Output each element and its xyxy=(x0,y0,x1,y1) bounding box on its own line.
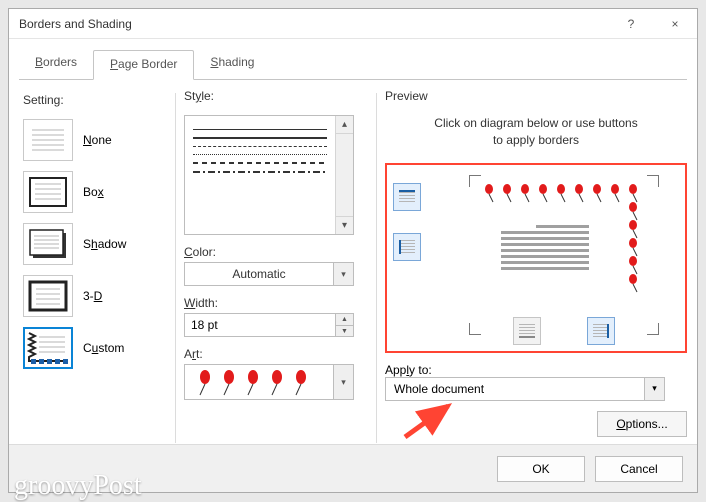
tab-strip: Borders Page Border Shading xyxy=(9,39,697,79)
art-label: Art: xyxy=(184,347,368,361)
color-label: Color: xyxy=(184,245,368,259)
art-preview xyxy=(185,368,333,396)
width-label: Width: xyxy=(184,296,368,310)
titlebar: Borders and Shading ? × xyxy=(9,9,697,39)
width-value: 18 pt xyxy=(184,313,336,337)
chevron-down-icon: ▾ xyxy=(644,378,664,400)
divider-2 xyxy=(376,93,377,443)
cancel-button[interactable]: Cancel xyxy=(595,456,683,482)
scroll-up-icon[interactable]: ▴ xyxy=(336,116,353,134)
setting-custom-label: Custom xyxy=(83,341,124,355)
spinner-down-icon[interactable]: ▼ xyxy=(336,325,354,337)
apply-to-value: Whole document xyxy=(386,382,644,396)
document-text-lines xyxy=(501,225,589,273)
apply-to-dropdown[interactable]: Whole document ▾ xyxy=(385,377,665,401)
setting-box[interactable]: Box xyxy=(23,171,167,213)
preview-diagram xyxy=(385,163,687,353)
tab-page-border[interactable]: Page Border xyxy=(93,50,194,80)
chevron-down-icon: ▾ xyxy=(333,365,353,399)
preview-label: Preview xyxy=(385,89,687,103)
setting-custom-thumb xyxy=(23,327,73,369)
border-left-toggle[interactable] xyxy=(393,233,421,261)
color-value: Automatic xyxy=(185,267,333,281)
style-label: Style: xyxy=(184,89,368,103)
scroll-down-icon[interactable]: ▾ xyxy=(336,216,353,234)
setting-box-thumb xyxy=(23,171,73,213)
setting-3d-thumb xyxy=(23,275,73,317)
ok-button[interactable]: OK xyxy=(497,456,585,482)
options-button[interactable]: Options... xyxy=(597,411,687,437)
style-scrollbar[interactable]: ▴ ▾ xyxy=(335,116,353,234)
balloon-art-icon xyxy=(197,368,327,396)
apply-to-row: Apply to: Whole document ▾ Options... xyxy=(385,363,687,401)
dialog-content: Setting: None Box Shadow xyxy=(9,79,697,457)
close-button[interactable]: × xyxy=(653,9,697,39)
divider-1 xyxy=(175,93,176,443)
style-list[interactable]: ▴ ▾ xyxy=(184,115,354,235)
setting-3d[interactable]: 3-D xyxy=(23,275,167,317)
preview-column: Preview Click on diagram below or use bu… xyxy=(385,89,687,447)
setting-shadow-label: Shadow xyxy=(83,237,126,251)
dialog-title: Borders and Shading xyxy=(19,17,609,31)
color-dropdown[interactable]: Automatic ▾ xyxy=(184,262,354,286)
setting-none-thumb xyxy=(23,119,73,161)
page-preview[interactable] xyxy=(469,175,659,335)
dialog-footer: OK Cancel xyxy=(9,444,697,492)
setting-shadow-thumb xyxy=(23,223,73,265)
setting-none[interactable]: None xyxy=(23,119,167,161)
setting-custom[interactable]: Custom xyxy=(23,327,167,369)
width-spinner[interactable]: 18 pt ▲ ▼ xyxy=(184,313,354,337)
setting-label: Setting: xyxy=(23,93,167,107)
borders-shading-dialog: Borders and Shading ? × Borders Page Bor… xyxy=(8,8,698,493)
setting-shadow[interactable]: Shadow xyxy=(23,223,167,265)
setting-none-label: None xyxy=(83,133,112,147)
art-dropdown[interactable]: ▾ xyxy=(184,364,354,400)
apply-to-label: Apply to: xyxy=(385,363,687,377)
tab-shading[interactable]: Shading xyxy=(194,49,270,79)
border-top-toggle[interactable] xyxy=(393,183,421,211)
chevron-down-icon: ▾ xyxy=(333,263,353,285)
preview-hint: Click on diagram below or use buttons to… xyxy=(385,115,687,149)
setting-column: Setting: None Box Shadow xyxy=(19,89,167,447)
tab-borders[interactable]: Borders xyxy=(19,49,93,79)
help-button[interactable]: ? xyxy=(609,9,653,39)
style-column: Style: ▴ ▾ Color: Automatic xyxy=(184,89,368,447)
setting-box-label: Box xyxy=(83,185,104,199)
spinner-up-icon[interactable]: ▲ xyxy=(336,313,354,325)
setting-3d-label: 3-D xyxy=(83,289,102,303)
